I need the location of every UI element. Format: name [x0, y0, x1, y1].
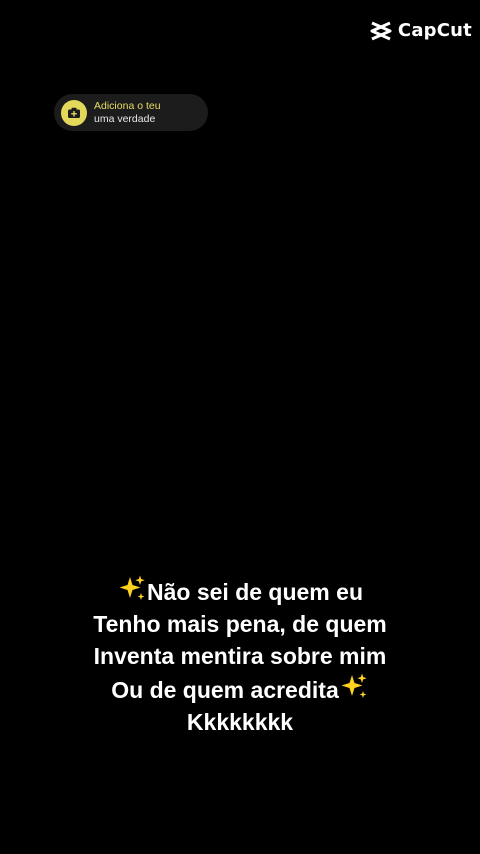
caption-text-1: Não sei de quem eu	[146, 579, 363, 605]
sparkles-icon	[341, 673, 367, 698]
capcut-watermark: CapCut	[369, 20, 472, 41]
caption-line-3: Inventa mentira sobre mim	[93, 643, 387, 669]
sticker-topic: uma verdade	[94, 112, 156, 125]
capcut-brand-text: CapCut	[397, 20, 472, 41]
sticker-text: Adiciona o teu uma verdade	[94, 100, 161, 126]
video-frame: { "watermark": { "brand": "CapCut", "ico…	[0, 0, 480, 854]
caption-line-2: Tenho mais pena, de quem	[93, 611, 387, 637]
video-caption: Não sei de quem eu Tenho mais pena, de q…	[0, 574, 480, 738]
add-yours-sticker[interactable]: Adiciona o teu uma verdade	[54, 94, 208, 131]
sticker-prompt: Adiciona o teu	[94, 99, 161, 112]
caption-line-4: Ou de quem acredita	[0, 672, 480, 706]
capcut-logo-icon	[370, 21, 392, 40]
caption-text-4: Ou de quem acredita	[111, 677, 339, 703]
caption-line-1: Não sei de quem eu	[0, 574, 480, 608]
add-photo-icon	[61, 99, 87, 126]
sparkles-icon	[119, 575, 145, 600]
caption-line-5: Kkkkkkkk	[186, 709, 294, 735]
